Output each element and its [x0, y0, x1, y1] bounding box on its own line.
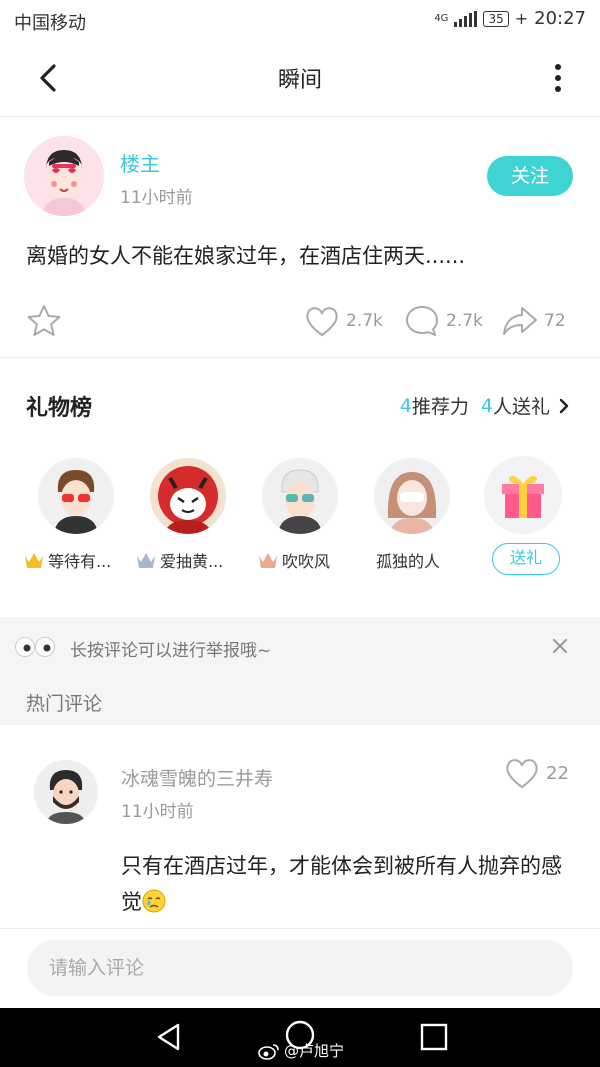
post-time: 11小时前	[120, 188, 193, 208]
status-icons: 4G 35 + 20:27	[434, 8, 586, 29]
comment-time: 11小时前	[121, 802, 194, 822]
gift-board-summary[interactable]: 4 推荐力 4 人送礼	[400, 392, 570, 419]
avatar-illustration	[150, 458, 226, 534]
nav-back-icon[interactable]	[152, 1020, 186, 1054]
avatar-illustration	[34, 760, 98, 824]
silver-crown-icon	[137, 553, 155, 568]
page-title: 瞬间	[277, 68, 322, 93]
heart-icon	[506, 759, 538, 789]
weibo-logo-icon	[258, 1043, 279, 1060]
giver-label-4: 孤独的人	[376, 548, 440, 572]
giver-name: 爱抽黄...	[160, 552, 224, 571]
battery-icon: 35	[483, 10, 509, 27]
send-gift-button[interactable]: 送礼	[492, 543, 560, 575]
watermark: @卢旭宁	[258, 1040, 344, 1061]
avatar-illustration	[38, 458, 114, 534]
eyes-icon	[15, 637, 55, 657]
share-arrow-icon	[503, 307, 537, 335]
giver-avatar[interactable]	[150, 458, 226, 534]
gift-board-title: 礼物榜	[26, 396, 93, 421]
giver-label-2: 爱抽黄...	[136, 548, 223, 572]
star-icon[interactable]	[26, 303, 62, 339]
comment-like-count: 22	[546, 762, 569, 784]
carrier-label: 中国移动	[14, 13, 86, 34]
network-label: 4G	[434, 12, 449, 24]
giver-label-3: 吹吹风	[258, 548, 330, 572]
chevron-right-icon	[559, 398, 569, 413]
signal-icon	[454, 10, 478, 27]
recommend-label: 推荐力	[411, 396, 469, 418]
share-button[interactable]: 72	[502, 304, 566, 338]
share-count: 72	[544, 311, 566, 331]
giver-name: 孤独的人	[376, 552, 441, 571]
crying-face-icon	[142, 889, 166, 913]
giver-name: 吹吹风	[282, 552, 331, 571]
author-avatar[interactable]	[24, 136, 104, 216]
comment-button[interactable]: 2.7k	[404, 304, 483, 338]
comment-count: 2.7k	[446, 311, 483, 331]
avatar-illustration	[24, 136, 104, 216]
giver-label: 人送礼	[492, 396, 550, 418]
giver-name: 等待有...	[48, 552, 112, 571]
avatar-illustration	[374, 458, 450, 534]
follow-button[interactable]: 关注	[487, 156, 573, 196]
close-icon[interactable]	[550, 636, 570, 656]
like-count: 2.7k	[346, 311, 383, 331]
comment-text: 只有在酒店过年，才能体会到被所有人抛弃的感觉	[121, 848, 581, 920]
commenter-avatar[interactable]	[34, 760, 98, 824]
top-bar: 瞬间	[0, 40, 600, 117]
giver-avatar[interactable]	[262, 458, 338, 534]
bronze-crown-icon	[259, 553, 277, 568]
vertical-dots-icon[interactable]	[546, 62, 570, 94]
comment-bubble-icon	[406, 306, 438, 336]
gift-box-icon	[484, 456, 562, 534]
heart-icon	[306, 307, 338, 337]
gift-box-avatar[interactable]	[484, 456, 562, 534]
gold-crown-icon	[25, 553, 43, 568]
watermark-text: @卢旭宁	[284, 1042, 345, 1060]
like-button[interactable]: 2.7k	[304, 304, 383, 338]
commenter-name[interactable]: 冰魂雪魄的三井寿	[121, 764, 273, 791]
nav-recent-icon[interactable]	[417, 1020, 451, 1054]
hot-comments-title: 热门评论	[26, 693, 103, 715]
author-name[interactable]: 楼主	[120, 148, 160, 177]
post-text: 离婚的女人不能在娘家过年，在酒店住两天......	[26, 244, 466, 268]
giver-avatar[interactable]	[38, 458, 114, 534]
comment-like-button[interactable]: 22	[504, 756, 569, 790]
recommend-count: 4	[399, 394, 412, 417]
giver-label-1: 等待有...	[24, 548, 111, 572]
giver-avatar[interactable]	[374, 458, 450, 534]
tip-text: 长按评论可以进行举报哦~	[70, 641, 272, 661]
avatar-illustration	[262, 458, 338, 534]
giver-count: 4	[480, 394, 493, 417]
status-bar: 中国移动 4G 35 + 20:27	[0, 0, 600, 40]
status-time: 20:27	[534, 8, 586, 29]
charging-icon: +	[514, 9, 529, 28]
comment-body: 只有在酒店过年，才能体会到被所有人抛弃的感觉	[121, 854, 562, 914]
comment-input[interactable]	[27, 940, 573, 996]
divider	[0, 357, 600, 358]
